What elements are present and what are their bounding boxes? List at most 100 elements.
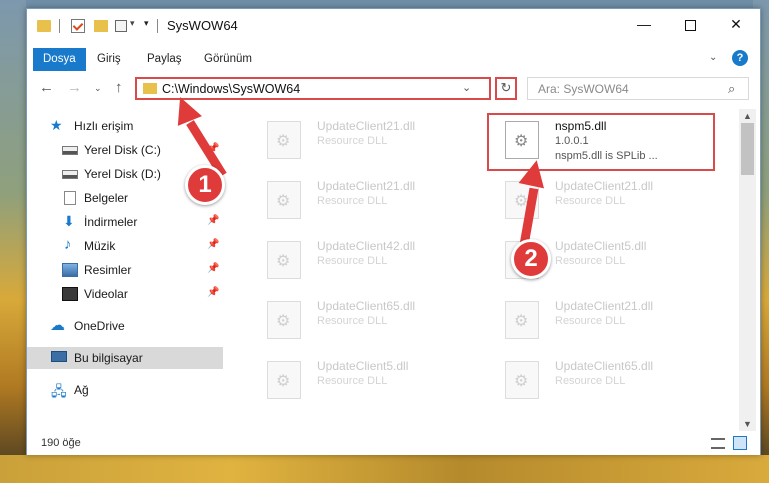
drive-icon xyxy=(62,146,78,155)
file-item[interactable]: UpdateClient21.dll Resource DLL xyxy=(247,175,477,223)
recent-locations-icon[interactable]: ⌄ xyxy=(94,83,102,94)
title-bar: ▾ ▾ SysWOW64 — ✕ xyxy=(27,9,760,44)
properties-check-icon[interactable] xyxy=(71,19,85,33)
close-button[interactable]: ✕ xyxy=(713,9,759,39)
sidebar-item-label: Yerel Disk (D:) xyxy=(84,167,161,181)
network-icon: 🖧 xyxy=(51,383,67,399)
status-bar: 190 öğe xyxy=(27,433,760,455)
pin-icon[interactable]: 📌 xyxy=(207,215,219,226)
forward-arrow-icon[interactable]: → xyxy=(67,79,82,96)
file-description: Resource DLL xyxy=(555,315,626,327)
large-icons-view-icon[interactable] xyxy=(733,436,747,450)
chevron-down-icon[interactable]: ▾ xyxy=(130,18,135,34)
maximize-icon xyxy=(684,19,696,31)
sidebar-item-label: Müzik xyxy=(84,239,116,253)
music-icon: ♪ xyxy=(64,236,72,253)
file-name: UpdateClient21.dll xyxy=(317,179,416,193)
tab-view[interactable]: Görünüm xyxy=(197,49,259,69)
file-item[interactable]: UpdateClient5.dll Resource DLL xyxy=(247,355,477,403)
documents-icon xyxy=(64,191,76,205)
sidebar-item-network[interactable]: 🖧 Ağ xyxy=(27,379,223,401)
file-description: Resource DLL xyxy=(317,315,388,327)
step-badge-2: 2 xyxy=(511,239,551,279)
dll-file-icon xyxy=(267,361,301,399)
sidebar-item-onedrive[interactable]: ☁ OneDrive xyxy=(27,315,223,337)
sidebar-item-videos[interactable]: Videolar 📌 xyxy=(27,283,223,305)
sidebar-item-downloads[interactable]: ⬇ İndirmeler 📌 xyxy=(27,211,223,233)
cloud-icon: ☁ xyxy=(50,317,65,334)
sidebar-item-local-disk-c[interactable]: Yerel Disk (C:) 📌 xyxy=(27,139,223,161)
pin-icon[interactable]: 📌 xyxy=(207,239,219,250)
downloads-icon: ⬇ xyxy=(63,213,75,229)
sidebar-item-label: Resimler xyxy=(84,263,132,277)
sidebar-item-label: Ağ xyxy=(74,383,89,397)
details-view-icon[interactable] xyxy=(711,438,725,449)
help-icon[interactable]: ? xyxy=(732,50,748,66)
vertical-scrollbar[interactable]: ▲ ▼ xyxy=(739,109,756,431)
file-name: UpdateClient5.dll xyxy=(555,239,647,253)
file-item[interactable]: UpdateClient65.dll Resource DLL xyxy=(485,355,715,403)
customize-toolbar-icon[interactable]: ▾ xyxy=(144,18,149,34)
file-description: Resource DLL xyxy=(555,195,626,207)
file-name: UpdateClient65.dll xyxy=(317,299,416,313)
scroll-up-icon[interactable]: ▲ xyxy=(743,111,752,121)
tab-share[interactable]: Paylaş xyxy=(140,49,189,69)
dll-file-icon xyxy=(267,181,301,219)
pc-icon xyxy=(51,351,67,362)
file-name: UpdateClient42.dll xyxy=(317,239,416,253)
sidebar-item-label: Yerel Disk (C:) xyxy=(84,143,161,157)
search-icon[interactable]: ⌕ xyxy=(728,81,735,97)
file-item[interactable]: UpdateClient21.dll Resource DLL xyxy=(247,115,477,163)
file-item[interactable]: UpdateClient65.dll Resource DLL xyxy=(247,295,477,343)
rename-icon[interactable] xyxy=(115,20,127,32)
pin-icon[interactable]: 📌 xyxy=(207,263,219,274)
sidebar-item-music[interactable]: ♪ Müzik 📌 xyxy=(27,235,223,257)
sidebar-item-label: Hızlı erişim xyxy=(74,119,134,133)
toolbar-separator xyxy=(157,19,158,33)
ribbon-tabs: Dosya Giriş Paylaş Görünüm ⌄ ? xyxy=(27,44,760,71)
dll-file-icon xyxy=(267,241,301,279)
new-folder-icon[interactable] xyxy=(94,20,108,32)
sidebar-item-label: İndirmeler xyxy=(84,215,138,229)
search-placeholder: Ara: SysWOW64 xyxy=(538,82,629,96)
explorer-window: ▾ ▾ SysWOW64 — ✕ Dosya Giriş Paylaş Görü… xyxy=(26,8,761,455)
chevron-down-icon[interactable]: ⌄ xyxy=(462,81,471,94)
desktop-background-left xyxy=(0,0,26,483)
back-arrow-icon[interactable]: ← xyxy=(39,79,54,96)
dll-file-icon xyxy=(505,361,539,399)
maximize-button[interactable] xyxy=(667,9,713,39)
search-input[interactable]: Ara: SysWOW64 ⌕ xyxy=(527,77,749,100)
file-description: Resource DLL xyxy=(317,135,388,147)
file-name: UpdateClient21.dll xyxy=(555,179,654,193)
sidebar-item-label: Belgeler xyxy=(84,191,129,205)
toolbar-separator xyxy=(59,19,60,33)
chevron-down-icon[interactable]: ⌄ xyxy=(709,52,717,63)
dll-file-icon xyxy=(267,121,301,159)
address-path[interactable]: C:\Windows\SysWOW64 xyxy=(162,82,300,96)
navigation-pane: ★ Hızlı erişim Yerel Disk (C:) 📌 Yerel D… xyxy=(27,109,227,427)
file-description: Resource DLL xyxy=(555,375,626,387)
dll-file-icon xyxy=(505,301,539,339)
scrollbar-thumb[interactable] xyxy=(741,123,754,175)
sidebar-item-pictures[interactable]: Resimler 📌 xyxy=(27,259,223,281)
scroll-down-icon[interactable]: ▼ xyxy=(743,419,752,429)
file-item[interactable]: UpdateClient21.dll Resource DLL xyxy=(485,295,715,343)
sidebar-item-label: Bu bilgisayar xyxy=(74,351,143,365)
minimize-button[interactable]: — xyxy=(621,9,667,39)
dll-file-icon xyxy=(267,301,301,339)
tab-home[interactable]: Giriş xyxy=(90,49,128,69)
sidebar-item-this-pc[interactable]: Bu bilgisayar xyxy=(27,347,223,369)
up-arrow-icon[interactable]: ↑ xyxy=(115,79,123,96)
file-item[interactable]: UpdateClient42.dll Resource DLL xyxy=(247,235,477,283)
file-description: Resource DLL xyxy=(555,255,626,267)
arrow-head xyxy=(518,157,550,189)
highlight-box xyxy=(487,113,715,171)
pictures-icon xyxy=(62,263,78,277)
tab-file[interactable]: Dosya xyxy=(33,48,86,71)
window-title: SysWOW64 xyxy=(167,18,238,33)
desktop-background-bottom xyxy=(0,455,769,483)
pin-icon[interactable]: 📌 xyxy=(207,287,219,298)
file-description: Resource DLL xyxy=(317,375,388,387)
refresh-button[interactable]: ↻ xyxy=(495,77,517,100)
step-badge-1: 1 xyxy=(185,165,225,205)
